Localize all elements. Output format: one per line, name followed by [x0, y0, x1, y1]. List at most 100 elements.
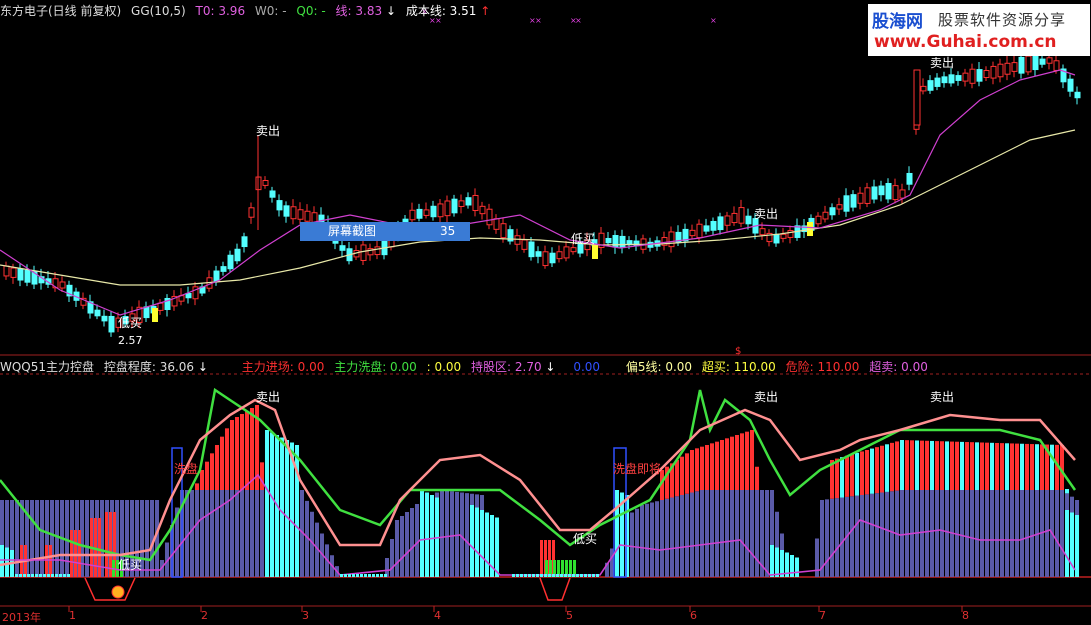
bottom-dot [524, 574, 527, 577]
indicator-bar [1010, 490, 1014, 577]
indicator-bar [215, 490, 219, 577]
indicator-bar [710, 443, 714, 490]
date-label-3: 3 [302, 609, 309, 622]
bottom-dot [59, 574, 62, 577]
line-value: 线: 3.83 [335, 4, 383, 18]
cyan-bar [0, 545, 4, 577]
main-header: 东方电子(日线 前复权) GG(10,5) T0: 3.96 W0: - Q0:… [0, 2, 496, 20]
indicator-bar [260, 462, 264, 490]
indicator-bar [900, 490, 904, 577]
indicator-bar [935, 490, 939, 577]
candle-body [451, 198, 458, 214]
indicator-bar [210, 490, 214, 577]
bottom-dot [580, 574, 583, 577]
candle-body [234, 248, 241, 262]
indicator-bar [1035, 444, 1039, 490]
indicator-bar [835, 498, 839, 577]
indicator-bar [675, 460, 679, 497]
indicator-bar [990, 490, 994, 577]
kline-chart-canvas[interactable]: ××××××××× $ [0, 0, 1091, 623]
cyan-bar [5, 547, 9, 577]
yellow-marker [152, 308, 158, 322]
indicator-bar [725, 438, 729, 490]
candle-body [1039, 58, 1046, 65]
candle-body [759, 228, 766, 236]
candle-body [339, 245, 346, 251]
indicator-bar [910, 440, 914, 490]
indicator-bar [700, 490, 704, 577]
indicator-bar [825, 499, 829, 577]
candle-body [906, 172, 913, 185]
candle-body [437, 203, 444, 218]
indicator-bar [985, 490, 989, 577]
indicator-bar [930, 490, 934, 577]
cyan-bar [495, 517, 499, 577]
date-label-7: 7 [819, 609, 826, 622]
bottom-dot [372, 574, 375, 577]
candle-body [668, 231, 675, 248]
indicator-bar [630, 512, 634, 577]
indicator-bar [645, 503, 649, 577]
indicator-bar [955, 441, 959, 490]
indicator-bar [695, 448, 699, 492]
candle-body [1004, 62, 1011, 75]
indicator-bar [1040, 444, 1044, 490]
candle-body [738, 207, 745, 224]
red-bar [49, 545, 52, 577]
indicator-bar [145, 500, 149, 577]
bottom-dot [564, 574, 567, 577]
indicator-bar [35, 500, 39, 577]
cost-arrow-icon: ↑ [480, 4, 491, 18]
bottom-dot [27, 574, 30, 577]
indicator-bar [1030, 444, 1034, 490]
indicator-bar [240, 490, 244, 577]
candle-body [745, 215, 752, 225]
candle-body [920, 85, 927, 92]
indicator-bar [895, 441, 899, 491]
candle-body [423, 209, 430, 216]
candle-body [983, 70, 990, 78]
bottom-dot [568, 574, 571, 577]
indicator-bar [200, 470, 204, 490]
indicator-bar [220, 490, 224, 577]
gg-param: GG(10,5) [131, 4, 186, 18]
screenshot-popup[interactable]: 屏幕截图 35 [300, 222, 470, 241]
indicator-bar [750, 490, 754, 577]
bottom-dot [552, 574, 555, 577]
candle-body [24, 269, 31, 283]
bottom-dot [35, 574, 38, 577]
candle-body [892, 185, 899, 201]
hold-arrow-icon: ↓ [545, 360, 556, 374]
candle-body [1025, 55, 1032, 73]
candle-body [948, 74, 955, 84]
candle-body [94, 309, 101, 317]
indicator-bar [710, 490, 714, 577]
indicator-bar [465, 493, 469, 577]
indicator-bar [240, 414, 244, 490]
w0-value: W0: - [254, 4, 287, 18]
indicator-bar [725, 490, 729, 577]
indicator-bar [675, 496, 679, 577]
candle-body [822, 211, 829, 220]
indicator-bar [735, 490, 739, 577]
logo-slogan: 股票软件资源分享 [938, 11, 1067, 29]
candle-body [360, 244, 367, 261]
candle-body [871, 186, 878, 200]
candle-body [619, 235, 626, 249]
indicator-bar [1010, 443, 1014, 490]
indicator-bar [740, 433, 744, 490]
candle-body [185, 292, 192, 299]
candle-body [262, 179, 269, 186]
indicator-bar [440, 490, 444, 577]
candle-body [927, 80, 934, 91]
indicator-bar [890, 491, 894, 577]
candle-body [143, 306, 150, 319]
indicator-bar [1050, 444, 1054, 490]
indicator-bar [830, 498, 834, 577]
indicator-bar [745, 490, 749, 577]
bottom-dot [31, 574, 34, 577]
indicator-bar [900, 440, 904, 490]
indicator-bar [445, 490, 449, 577]
ind-wash-label-1: 洗盘 [174, 462, 199, 476]
cyan-bar [1065, 510, 1069, 577]
